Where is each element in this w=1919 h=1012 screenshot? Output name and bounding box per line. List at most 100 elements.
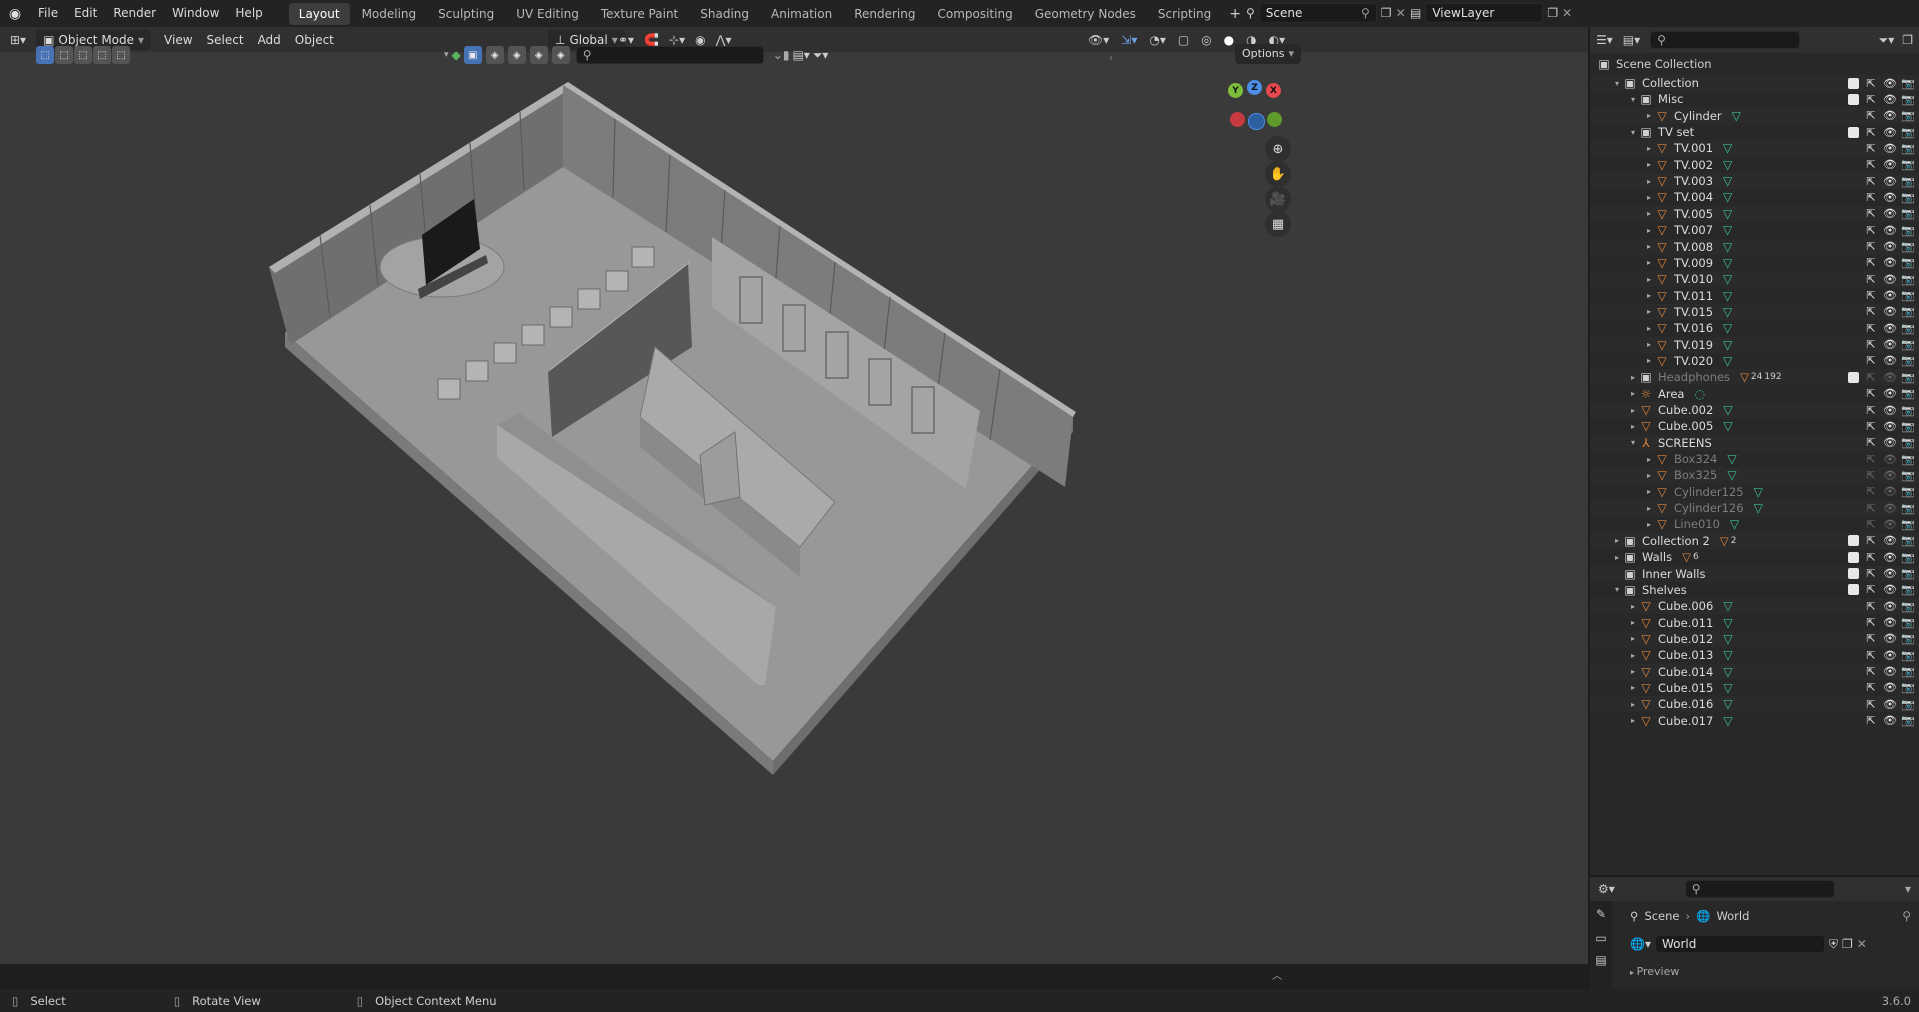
exclude-checkbox[interactable] xyxy=(1848,93,1859,105)
camera-view-icon[interactable]: 🎥 xyxy=(1265,186,1291,212)
expand-arrow-icon[interactable]: ▸ xyxy=(1644,258,1654,267)
pan-hand-icon[interactable]: ✋ xyxy=(1265,161,1291,187)
exclude-checkbox[interactable] xyxy=(1848,126,1859,138)
outliner-row[interactable]: ▣ Inner Walls ⇱ 👁 📷 xyxy=(1590,565,1919,582)
selectable-icon[interactable]: ⇱ xyxy=(1865,469,1877,482)
render-tab-icon[interactable]: ▭ xyxy=(1590,931,1612,945)
visibility-eye-icon[interactable]: 👁 xyxy=(1883,665,1897,678)
visibility-eye-icon[interactable]: 👁 xyxy=(1883,77,1897,90)
expand-arrow-icon[interactable]: ▸ xyxy=(1628,422,1638,431)
render-camera-icon[interactable]: 📷 xyxy=(1901,583,1915,596)
render-camera-icon[interactable]: 📷 xyxy=(1901,354,1915,367)
breadcrumb-scene[interactable]: Scene xyxy=(1644,909,1679,923)
gizmo-z-axis[interactable]: Z xyxy=(1247,80,1262,95)
selectable-icon[interactable]: ⇱ xyxy=(1865,109,1877,122)
selectable-icon[interactable]: ⇱ xyxy=(1865,583,1877,596)
visibility-eye-icon[interactable]: 👁 xyxy=(1883,436,1897,449)
selectable-icon[interactable]: ⇱ xyxy=(1865,600,1877,613)
visibility-eye-icon[interactable]: 👁 xyxy=(1883,354,1897,367)
selectable-icon[interactable]: ⇱ xyxy=(1865,387,1877,400)
visibility-eye-icon[interactable]: 👁 xyxy=(1883,567,1897,580)
fake-user-icon[interactable]: ⛨ xyxy=(1829,937,1838,952)
mesh-data-icon[interactable]: ▽ xyxy=(1723,338,1732,352)
expand-arrow-icon[interactable]: ▸ xyxy=(1628,716,1638,725)
render-camera-icon[interactable]: 📷 xyxy=(1901,404,1915,417)
selectable-icon[interactable]: ⇱ xyxy=(1865,404,1877,417)
selectable-icon[interactable]: ⇱ xyxy=(1865,207,1877,220)
visibility-eye-icon[interactable]: 👁 xyxy=(1883,126,1897,139)
outliner-row[interactable]: ▸ ▣ Headphones ▽ 24 192 ⇱ 👁 📷 xyxy=(1590,369,1919,386)
render-camera-icon[interactable]: 📷 xyxy=(1901,567,1915,580)
visibility-eye-icon[interactable]: 👁 xyxy=(1883,404,1897,417)
gizmo-y-axis[interactable]: Y xyxy=(1228,83,1243,98)
outliner-row[interactable]: ▸ ▽ Cylinder126 ▽ ⇱ 👁 📷 xyxy=(1590,500,1919,517)
render-camera-icon[interactable]: 📷 xyxy=(1901,109,1915,122)
expand-arrow-icon[interactable]: ▸ xyxy=(1644,324,1654,333)
expand-arrow-icon[interactable]: ▸ xyxy=(1628,700,1638,709)
render-camera-icon[interactable]: 📷 xyxy=(1901,175,1915,188)
visibility-eye-icon[interactable]: 👁 xyxy=(1883,175,1897,188)
collapse-arrow-icon[interactable]: ▾ xyxy=(1628,128,1638,137)
selectable-icon[interactable]: ⇱ xyxy=(1865,714,1877,727)
outliner-row[interactable]: ▸ ▽ Cube.017 ▽ ⇱ 👁 📷 xyxy=(1590,713,1919,729)
outliner-row[interactable]: ▸ ▽ TV.001 ▽ ⇱ 👁 📷 xyxy=(1590,140,1919,157)
perspective-toggle-icon[interactable]: ▦ xyxy=(1265,211,1291,237)
mesh-data-icon[interactable]: ▽ xyxy=(1723,665,1732,679)
render-camera-icon[interactable]: 📷 xyxy=(1901,158,1915,171)
visibility-eye-icon[interactable]: 👁 xyxy=(1883,338,1897,351)
visibility-eye-icon[interactable]: 👁 xyxy=(1883,616,1897,629)
expand-arrow-icon[interactable]: ▸ xyxy=(1644,177,1654,186)
add-workspace-button[interactable]: + xyxy=(1223,6,1247,22)
render-camera-icon[interactable]: 📷 xyxy=(1901,698,1915,711)
render-camera-icon[interactable]: 📷 xyxy=(1901,632,1915,645)
expand-arrow-icon[interactable]: ▸ xyxy=(1644,144,1654,153)
render-camera-icon[interactable]: 📷 xyxy=(1901,256,1915,269)
expand-arrow-icon[interactable]: ▸ xyxy=(1644,291,1654,300)
selectable-icon[interactable]: ⇱ xyxy=(1865,126,1877,139)
mesh-data-icon[interactable]: ▽ xyxy=(1723,289,1732,303)
workspace-tab-geometry-nodes[interactable]: Geometry Nodes xyxy=(1025,3,1146,25)
mesh-data-icon[interactable]: ▽ xyxy=(1723,141,1732,155)
selectable-icon[interactable]: ⇱ xyxy=(1865,485,1877,498)
visibility-eye-icon[interactable]: 👁 xyxy=(1883,420,1897,433)
collapse-arrow-icon[interactable]: ▾ xyxy=(1628,95,1638,104)
new-view-layer-icon[interactable]: ❐ xyxy=(1547,6,1558,20)
pin-icon[interactable]: ⚲ xyxy=(1361,6,1370,20)
outliner-row[interactable]: ▸ ▽ Cube.013 ▽ ⇱ 👁 📷 xyxy=(1590,647,1919,663)
mesh-data-icon[interactable]: ▽ xyxy=(1723,240,1732,254)
expand-arrow-icon[interactable]: ▸ xyxy=(1644,111,1654,120)
outliner-search-input[interactable]: ⚲ xyxy=(1650,31,1801,49)
unlink-world-icon[interactable]: ✕ xyxy=(1857,937,1867,951)
expand-arrow-icon[interactable]: ▸ xyxy=(1644,487,1654,496)
outliner-row[interactable]: ▸ ▽ Cube.005 ▽ ⇱ 👁 📷 xyxy=(1590,418,1919,434)
visibility-eye-icon[interactable]: 👁 xyxy=(1883,714,1897,727)
workspace-tab-rendering[interactable]: Rendering xyxy=(844,3,925,25)
render-camera-icon[interactable]: 📷 xyxy=(1901,420,1915,433)
selectable-icon[interactable]: ⇱ xyxy=(1865,632,1877,645)
visibility-eye-icon[interactable]: 👁 xyxy=(1883,518,1897,531)
workspace-tab-uv-editing[interactable]: UV Editing xyxy=(506,3,589,25)
expand-arrow-icon[interactable]: ▸ xyxy=(1644,160,1654,169)
visibility-eye-icon[interactable]: 👁 xyxy=(1883,387,1897,400)
selectable-icon[interactable]: ⇱ xyxy=(1865,273,1877,286)
expand-arrow-icon[interactable]: ▸ xyxy=(1612,536,1622,545)
render-camera-icon[interactable]: 📷 xyxy=(1901,485,1915,498)
exclude-checkbox[interactable] xyxy=(1848,568,1859,579)
expand-arrow-icon[interactable]: ▸ xyxy=(1628,634,1638,643)
visibility-eye-icon[interactable]: 👁 xyxy=(1883,534,1897,547)
selectable-icon[interactable]: ⇱ xyxy=(1865,354,1877,367)
expand-arrow-icon[interactable]: ▸ xyxy=(1628,683,1638,692)
view-layer-selector[interactable]: ViewLayer xyxy=(1425,3,1544,23)
selectable-icon[interactable]: ⇱ xyxy=(1865,420,1877,433)
outliner-row[interactable]: ▸ ▽ Line010 ▽ ⇱ 👁 📷 xyxy=(1590,516,1919,532)
mesh-data-icon[interactable]: ▽ xyxy=(1723,354,1732,368)
expand-arrow-icon[interactable]: ▸ xyxy=(1644,275,1654,284)
pin-icon[interactable]: ⚲ xyxy=(1902,909,1911,923)
expand-arrow-icon[interactable]: ▸ xyxy=(1644,520,1654,529)
visibility-eye-icon[interactable]: 👁 xyxy=(1883,191,1897,204)
visibility-eye-icon[interactable]: 👁 xyxy=(1883,453,1897,466)
render-camera-icon[interactable]: 📷 xyxy=(1901,665,1915,678)
mesh-data-icon[interactable]: ▽ xyxy=(1723,321,1732,335)
mesh-data-icon[interactable]: ▽ xyxy=(1723,632,1732,646)
outliner-row[interactable]: ▸ ☼ Area ◌ ⇱ 👁 📷 xyxy=(1590,386,1919,402)
